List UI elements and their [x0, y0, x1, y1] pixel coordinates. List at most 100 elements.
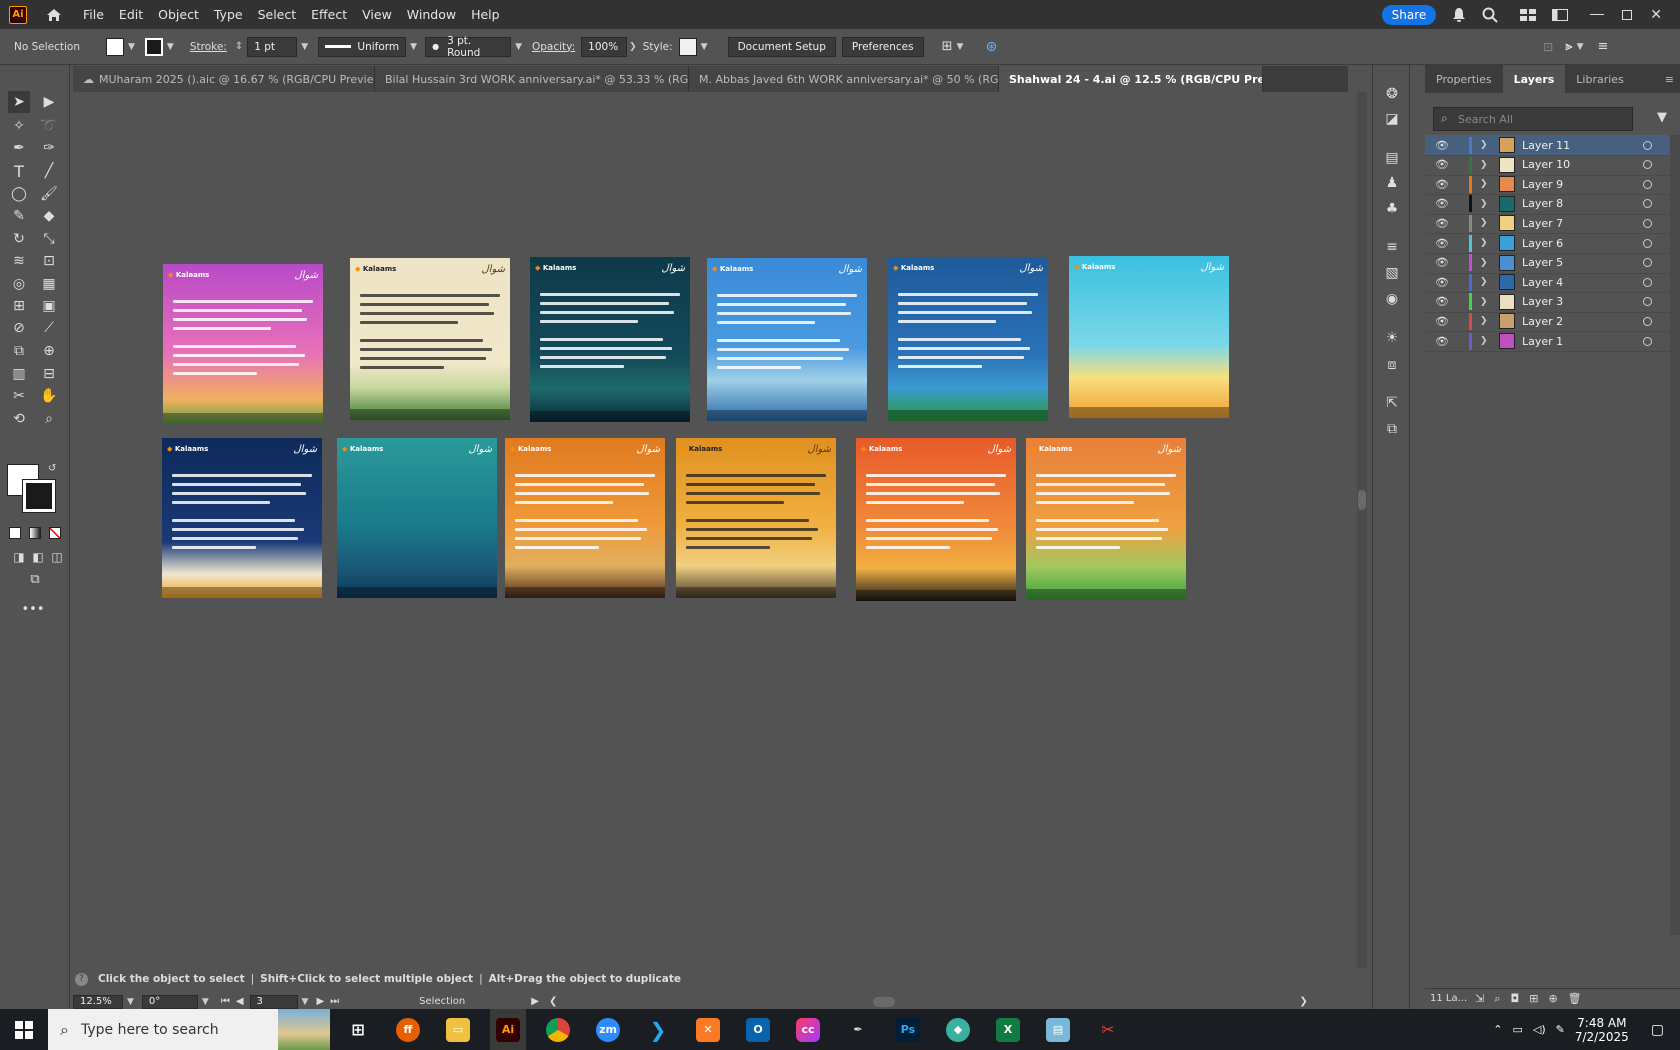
layer-name[interactable]: Layer 9 — [1522, 178, 1622, 191]
tab-muharam[interactable]: ☁ MUharam 2025 ().aic @ 16.67 % (RGB/CPU… — [73, 66, 375, 92]
layer-name[interactable]: Layer 11 — [1522, 139, 1622, 152]
target-circle-icon[interactable] — [1643, 160, 1652, 170]
visibility-eye-icon[interactable]: 👁 — [1435, 237, 1449, 250]
previous-artboard-icon[interactable]: ◀ — [236, 996, 244, 1007]
scroll-left-icon[interactable]: ❮ — [549, 996, 557, 1007]
artboard-6[interactable]: Kalaams شوال — [1069, 256, 1229, 418]
bell-icon[interactable] — [1452, 7, 1466, 23]
collect-export-icon[interactable]: ⇲ — [1475, 992, 1484, 1005]
document-setup-button[interactable]: Document Setup — [727, 36, 836, 57]
free-transform-tool-icon[interactable]: ⊡ — [38, 250, 60, 272]
gradient-mode-icon[interactable] — [29, 527, 41, 539]
align-icon[interactable]: ⊞ — [942, 39, 953, 54]
chrome-icon[interactable] — [540, 1009, 576, 1050]
workspace-icon[interactable] — [1552, 8, 1569, 21]
restore-icon[interactable] — [1622, 9, 1633, 20]
color-guide-icon[interactable]: ☀ — [1381, 327, 1403, 349]
snipping-tool-icon[interactable]: ✂ — [1090, 1009, 1126, 1050]
artboard-7[interactable]: Kalaams شوال — [162, 438, 322, 598]
zoom-tool-icon[interactable]: ⌕ — [38, 408, 60, 430]
visibility-eye-icon[interactable]: 👁 — [1435, 178, 1449, 191]
minimize-icon[interactable] — [1590, 14, 1605, 15]
volume-icon[interactable]: ◁) — [1533, 1023, 1546, 1036]
target-circle-icon[interactable] — [1643, 258, 1652, 268]
layer-row[interactable]: 👁 ❯ Layer 6 — [1425, 233, 1670, 254]
expand-layer-icon[interactable]: ❯ — [1480, 316, 1492, 326]
expand-layer-icon[interactable]: ❯ — [1480, 199, 1492, 209]
chevron-down-icon[interactable]: ▼ — [1577, 42, 1584, 52]
draw-inside-icon[interactable]: ◫ — [46, 546, 68, 568]
tab-shahwal[interactable]: Shahwal 24 - 4.ai @ 12.5 % (RGB/CPU Prev… — [999, 66, 1263, 92]
stroke-panel-icon[interactable]: ≡ — [1381, 236, 1403, 258]
task-view-icon[interactable]: ⊞ — [340, 1009, 376, 1050]
more-tools-icon[interactable]: ••• — [22, 598, 45, 620]
expand-layer-icon[interactable]: ❯ — [1480, 140, 1492, 150]
excel-icon[interactable]: X — [990, 1009, 1026, 1050]
layer-row[interactable]: 👁 ❯ Layer 1 — [1425, 331, 1670, 352]
artboard-12[interactable]: Kalaams شوال — [1026, 438, 1186, 600]
layer-row[interactable]: 👁 ❯ Layer 3 — [1425, 292, 1670, 313]
chevron-down-icon[interactable]: ▼ — [302, 997, 309, 1007]
chevron-down-icon[interactable]: ▼ — [128, 42, 135, 52]
target-circle-icon[interactable] — [1643, 199, 1652, 209]
mesh-tool-icon[interactable]: ⊞ — [8, 295, 30, 317]
pen-tool-icon[interactable]: ✒ — [8, 137, 30, 159]
slice-tool-icon[interactable]: ✂ — [8, 385, 30, 407]
stroke-label[interactable]: Stroke: — [190, 41, 227, 53]
outlook-icon[interactable]: O — [740, 1009, 776, 1050]
target-circle-icon[interactable] — [1643, 297, 1652, 307]
visibility-eye-icon[interactable]: 👁 — [1435, 315, 1449, 328]
menu-select[interactable]: Select — [258, 7, 297, 22]
rotate-tool-icon[interactable]: ↻ — [8, 228, 30, 250]
blend-tool-icon[interactable]: ⧉ — [8, 340, 30, 362]
search-icon[interactable] — [1482, 7, 1498, 23]
target-circle-icon[interactable] — [1643, 218, 1652, 228]
scale-tool-icon[interactable]: ⤡ — [38, 228, 60, 250]
zoom-field[interactable]: 12.5% — [73, 994, 123, 1009]
chevron-down-icon[interactable]: ▼ — [167, 42, 174, 52]
panel-menu-icon[interactable]: ≡ — [1598, 39, 1609, 54]
transparency-icon[interactable]: ◉ — [1381, 288, 1403, 310]
vertical-scrollbar[interactable] — [1357, 92, 1367, 968]
gradient-panel-icon[interactable]: ▧ — [1381, 262, 1403, 284]
stroke-color-swatch[interactable] — [22, 479, 56, 513]
layer-name[interactable]: Layer 3 — [1522, 295, 1622, 308]
xampp-icon[interactable]: ✕ — [690, 1009, 726, 1050]
menu-type[interactable]: Type — [214, 7, 243, 22]
status-arrow-icon[interactable]: ▶ — [531, 996, 539, 1007]
next-artboard-icon[interactable]: ▶ — [316, 996, 324, 1007]
target-circle-icon[interactable] — [1643, 336, 1652, 346]
layer-name[interactable]: Layer 1 — [1522, 335, 1622, 348]
artboard-11[interactable]: Kalaams شوال — [856, 438, 1016, 601]
layer-name[interactable]: Layer 10 — [1522, 158, 1622, 171]
line-tool-icon[interactable]: ╱ — [38, 160, 60, 182]
taskbar-search[interactable]: ⌕ Type here to search — [48, 1009, 278, 1050]
delete-layer-icon[interactable]: 🗑 — [1568, 992, 1582, 1005]
tab-abbas-javed[interactable]: M. Abbas Javed 6th WORK anniversary.ai* … — [689, 66, 999, 92]
expand-layer-icon[interactable]: ❯ — [1480, 336, 1492, 346]
expand-layer-icon[interactable]: ❯ — [1480, 238, 1492, 248]
new-layer-icon[interactable]: ⊕ — [1548, 992, 1557, 1005]
chevron-down-icon[interactable]: ▼ — [410, 42, 417, 52]
graph-tool-icon[interactable]: ▥ — [8, 363, 30, 385]
layer-name[interactable]: Layer 6 — [1522, 237, 1622, 250]
artboard-4[interactable]: Kalaams شوال — [707, 258, 867, 421]
new-sublayer-icon[interactable]: ⊞ — [1529, 992, 1538, 1005]
screen-mode-icon[interactable]: ⧉ — [24, 568, 46, 590]
stroke-weight-field[interactable]: 1 pt — [247, 36, 298, 57]
magic-wand-tool-icon[interactable]: ✧ — [8, 115, 30, 137]
visibility-eye-icon[interactable]: 👁 — [1435, 217, 1449, 230]
menu-view[interactable]: View — [362, 7, 392, 22]
paintbrush-tool-icon[interactable]: 🖌 — [38, 183, 60, 205]
layer-row[interactable]: 👁 ❯ Layer 4 — [1425, 272, 1670, 294]
chevron-down-icon[interactable]: ▼ — [957, 42, 964, 52]
menu-object[interactable]: Object — [158, 7, 199, 22]
curvature-tool-icon[interactable]: ✑ — [38, 137, 60, 159]
creative-cloud-icon[interactable]: cc — [790, 1009, 826, 1050]
swap-colors-icon[interactable]: ↺ — [48, 463, 56, 474]
expand-layer-icon[interactable]: ❯ — [1480, 277, 1492, 287]
puppet-icon[interactable]: ♟ — [1381, 172, 1403, 194]
stroke-swatch[interactable] — [144, 37, 163, 56]
horizontal-scroll-thumb[interactable] — [873, 996, 896, 1007]
chevron-down-icon[interactable]: ▼ — [301, 42, 308, 52]
